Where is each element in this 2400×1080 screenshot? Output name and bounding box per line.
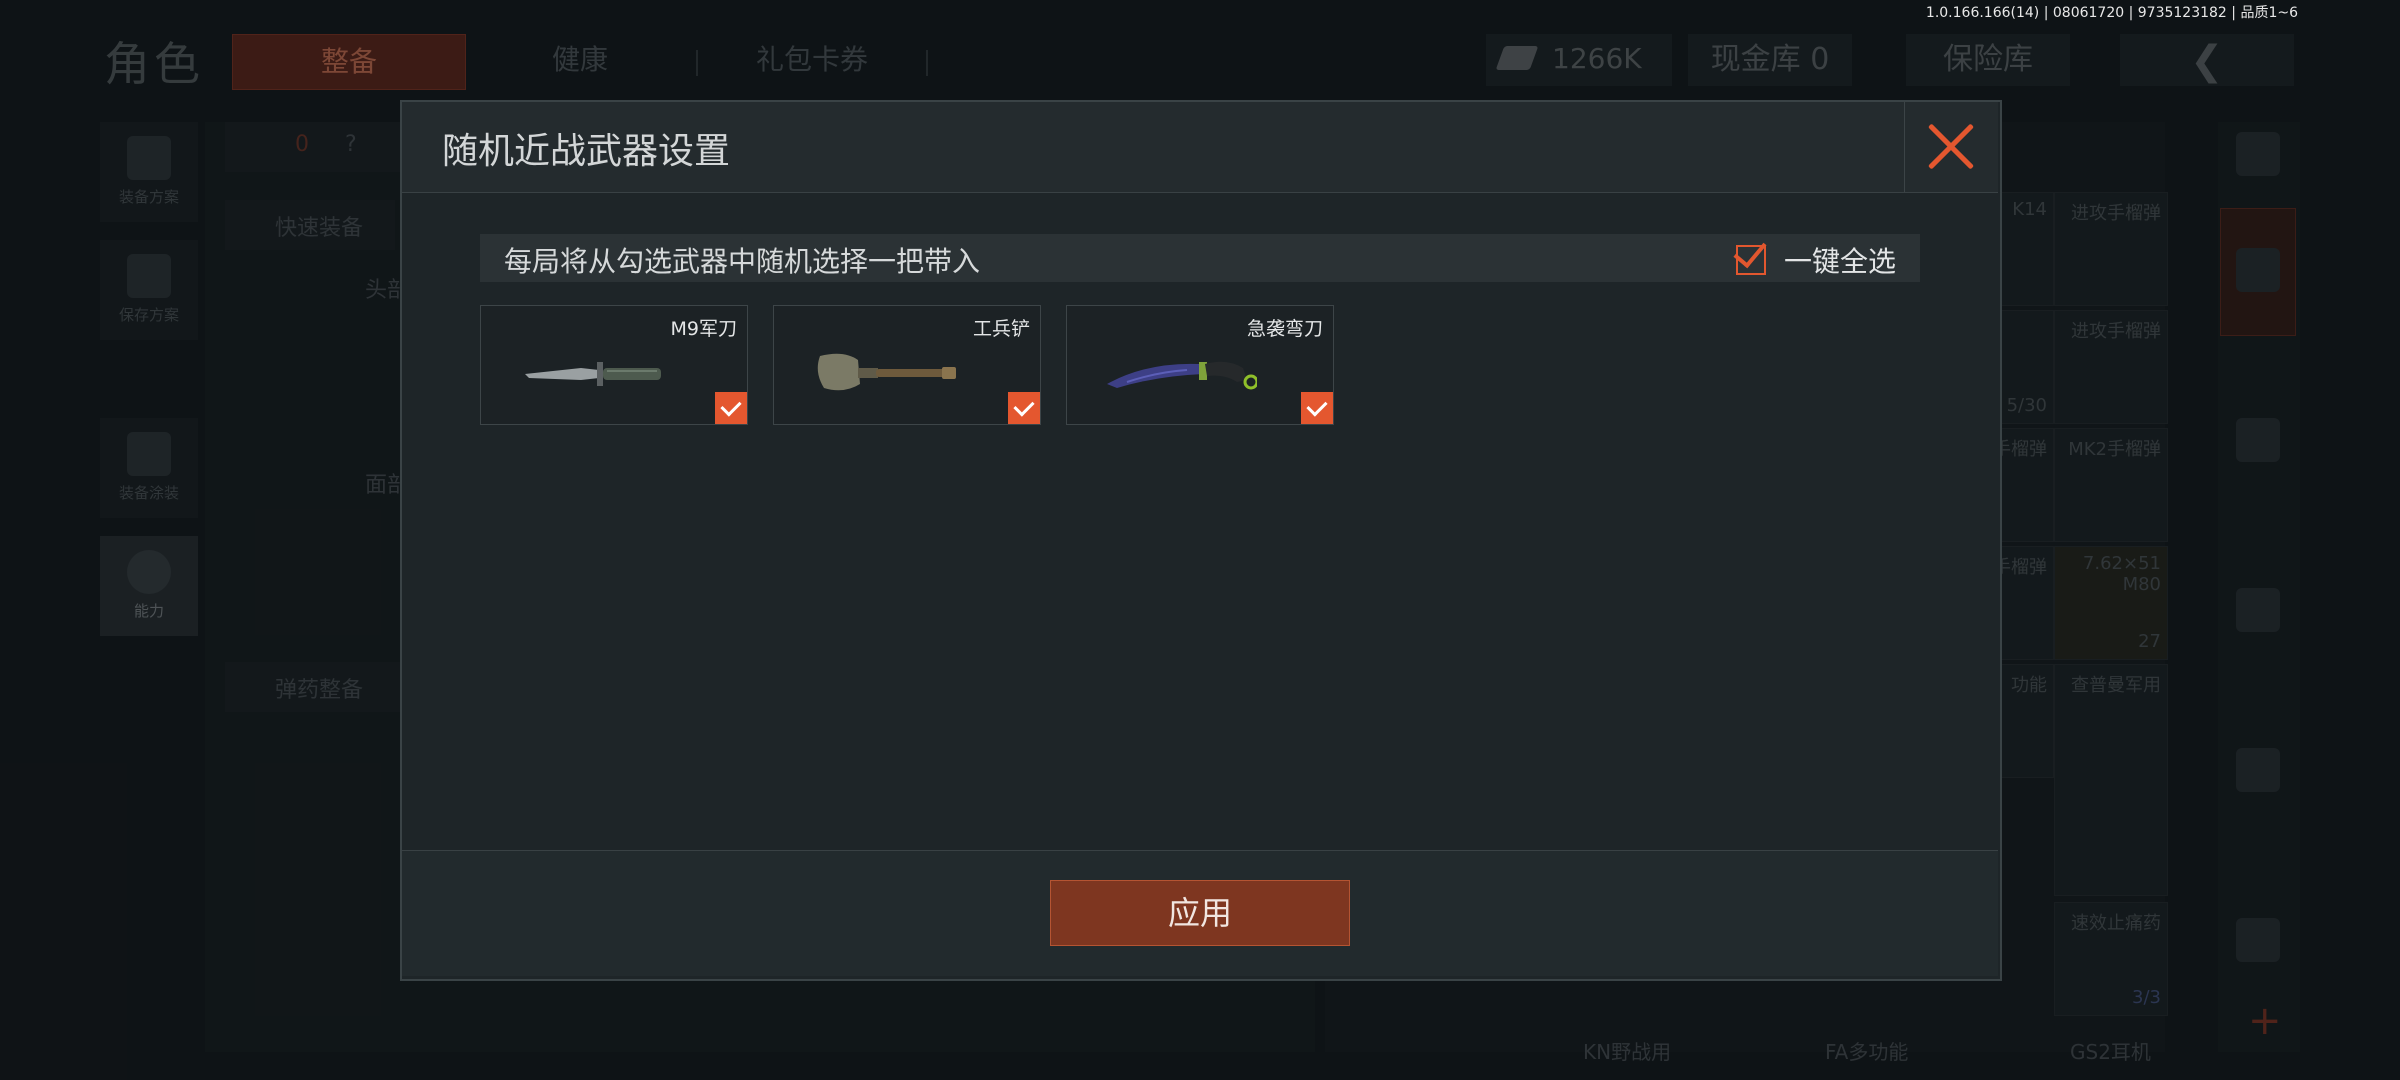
- karambit-icon: [1107, 361, 1257, 390]
- weapon-checkbox[interactable]: [1301, 392, 1333, 424]
- shovel-icon: [817, 353, 956, 391]
- weapon-name: 急袭弯刀: [1246, 318, 1323, 340]
- weapon-checkbox[interactable]: [1008, 392, 1040, 424]
- select-all-label[interactable]: 一键全选: [1784, 240, 1896, 280]
- dialog-title: 随机近战武器设置: [442, 131, 731, 172]
- info-text: 每局将从勾选武器中随机选择一把带入: [504, 245, 981, 278]
- weapon-name: M9军刀: [670, 318, 737, 340]
- weapon-name: 工兵铲: [972, 318, 1030, 340]
- random-melee-dialog: [400, 100, 2002, 981]
- weapon-card-karambit[interactable]: 急袭弯刀: [1066, 305, 1334, 425]
- weapon-card-m9[interactable]: M9军刀: [480, 305, 748, 425]
- weapon-checkbox[interactable]: [715, 392, 747, 424]
- apply-button[interactable]: 应用: [1050, 880, 1350, 946]
- close-icon[interactable]: [1925, 120, 1977, 172]
- version-info: 1.0.166.166(14) | 08061720 | 9735123182 …: [1925, 5, 2298, 21]
- weapon-card-shovel[interactable]: 工兵铲: [773, 305, 1041, 425]
- bayonet-knife-icon: [525, 362, 661, 386]
